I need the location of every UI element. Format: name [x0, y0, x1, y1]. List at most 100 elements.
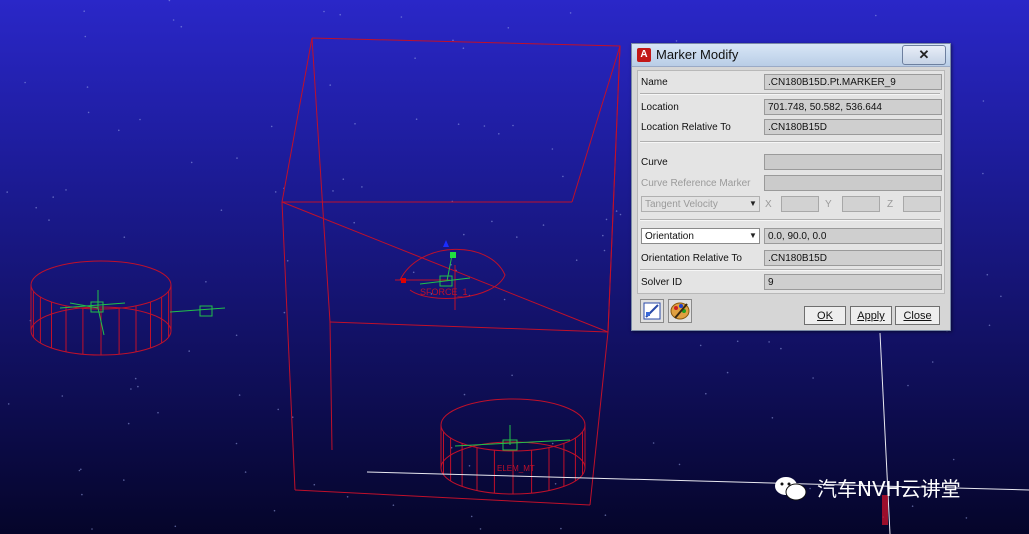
solver-id-field[interactable]: 9 [764, 274, 942, 290]
appearance-palette-icon [670, 302, 690, 320]
grid-dot [361, 186, 363, 188]
solver-id-label: Solver ID [641, 277, 683, 288]
orientation-relative-to-label: Orientation Relative To [641, 253, 742, 264]
name-field[interactable]: .CN180B15D.Pt.MARKER_9 [764, 74, 942, 90]
grid-dot [244, 471, 247, 473]
grid-dot [468, 465, 471, 467]
location-relative-to-label: Location Relative To [641, 122, 731, 133]
tangent-velocity-y-field[interactable] [842, 196, 880, 212]
grid-dot [123, 479, 125, 481]
apply-button-label: Apply [857, 310, 885, 322]
grid-dot [678, 463, 681, 466]
separator [640, 269, 940, 271]
curve-reference-marker-label: Curve Reference Marker [641, 178, 751, 189]
separator [640, 219, 940, 221]
tangent-velocity-z-field[interactable] [903, 196, 941, 212]
grid-dot [220, 209, 223, 211]
grid-dot [24, 81, 26, 84]
grid-dot [84, 35, 87, 38]
grid-dot [400, 16, 403, 18]
z-label: Z [887, 199, 894, 210]
3d-viewport[interactable]: SFORCE_1 ELEM_MT A Marker Modify ✕ Name … [0, 0, 1029, 534]
grid-dot [982, 172, 984, 175]
grid-dot [48, 219, 50, 221]
grid-dot [87, 111, 90, 114]
grid-dot [157, 411, 159, 414]
grid-dot [675, 40, 678, 42]
grid-dot [562, 175, 564, 178]
grid-dot [560, 527, 562, 530]
grid-dot [137, 385, 139, 388]
element-label: ELEM_MT [497, 464, 535, 473]
tangent-velocity-select[interactable]: Tangent Velocity ▼ [641, 196, 760, 212]
grid-dot [511, 374, 513, 377]
location-relative-to-field[interactable]: .CN180B15D [764, 119, 942, 135]
grid-dot [812, 377, 814, 379]
window-close-button[interactable]: ✕ [902, 45, 946, 65]
grid-dot [274, 191, 277, 193]
grid-dot [86, 86, 89, 88]
grid-dot [235, 442, 238, 445]
red-marker-point [401, 278, 406, 283]
grid-dot [270, 125, 273, 128]
app-logo-icon: A [637, 48, 651, 62]
grid-dot [205, 281, 207, 283]
curve-reference-marker-field[interactable] [764, 175, 942, 191]
sforce-arc [395, 248, 506, 310]
wechat-icon [775, 477, 807, 501]
grid-dot [512, 124, 514, 127]
tangent-velocity-x-field[interactable] [781, 196, 819, 212]
separator [640, 141, 940, 143]
separator [640, 93, 940, 95]
grid-dot [652, 442, 655, 444]
ok-button[interactable]: OK [804, 306, 846, 325]
marker-modify-dialog: A Marker Modify ✕ Name .CN180B15D.Pt.MAR… [631, 43, 951, 331]
orientation-select[interactable]: Orientation ▼ [641, 228, 760, 244]
grid-dot [35, 206, 37, 209]
location-label: Location [641, 102, 679, 113]
grid-dot [603, 249, 606, 252]
grid-dot [353, 221, 356, 224]
edit-properties-button[interactable] [640, 299, 664, 323]
grid-dot [61, 395, 64, 397]
appearance-button[interactable] [668, 299, 692, 323]
dialog-titlebar[interactable]: A Marker Modify ✕ [632, 44, 950, 67]
wireframe-box [281, 37, 621, 506]
close-button-label: Close [903, 310, 932, 322]
grid-dot [986, 273, 989, 276]
grid-dot [332, 190, 334, 192]
grid-dot [551, 442, 554, 445]
apply-button[interactable]: Apply [850, 306, 892, 325]
grid-dot [952, 458, 955, 461]
grid-dot [452, 39, 454, 42]
grid-dot [414, 57, 416, 59]
y-label: Y [825, 199, 832, 210]
grid-dot [491, 220, 493, 223]
grid-dot [726, 371, 729, 374]
orientation-field[interactable]: 0.0, 90.0, 0.0 [764, 228, 942, 244]
grid-dot [180, 25, 183, 28]
grid-dot [81, 493, 83, 496]
grid-dot [172, 19, 175, 21]
grid-dot [134, 377, 137, 380]
grid-dot [118, 129, 120, 132]
grid-dot [236, 157, 238, 159]
marker-triads [59, 254, 571, 451]
grid-dot [479, 528, 482, 530]
grid-dot [965, 517, 968, 519]
orientation-relative-to-field[interactable]: .CN180B15D [764, 250, 942, 266]
close-button[interactable]: Close [895, 306, 940, 325]
grid-dot [699, 344, 702, 347]
grid-dot [346, 496, 349, 498]
location-field[interactable]: 701.748, 50.582, 536.644 [764, 99, 942, 115]
grid-dot [483, 125, 486, 127]
grid-dot [339, 13, 342, 16]
grid-dot [988, 324, 991, 327]
grid-dot [80, 468, 82, 471]
grid-dot [554, 483, 557, 485]
curve-field[interactable] [764, 154, 942, 170]
grid-dot [277, 408, 280, 411]
grid-dot [736, 340, 739, 343]
grid-dot [503, 298, 506, 301]
grid-dot [83, 10, 85, 12]
